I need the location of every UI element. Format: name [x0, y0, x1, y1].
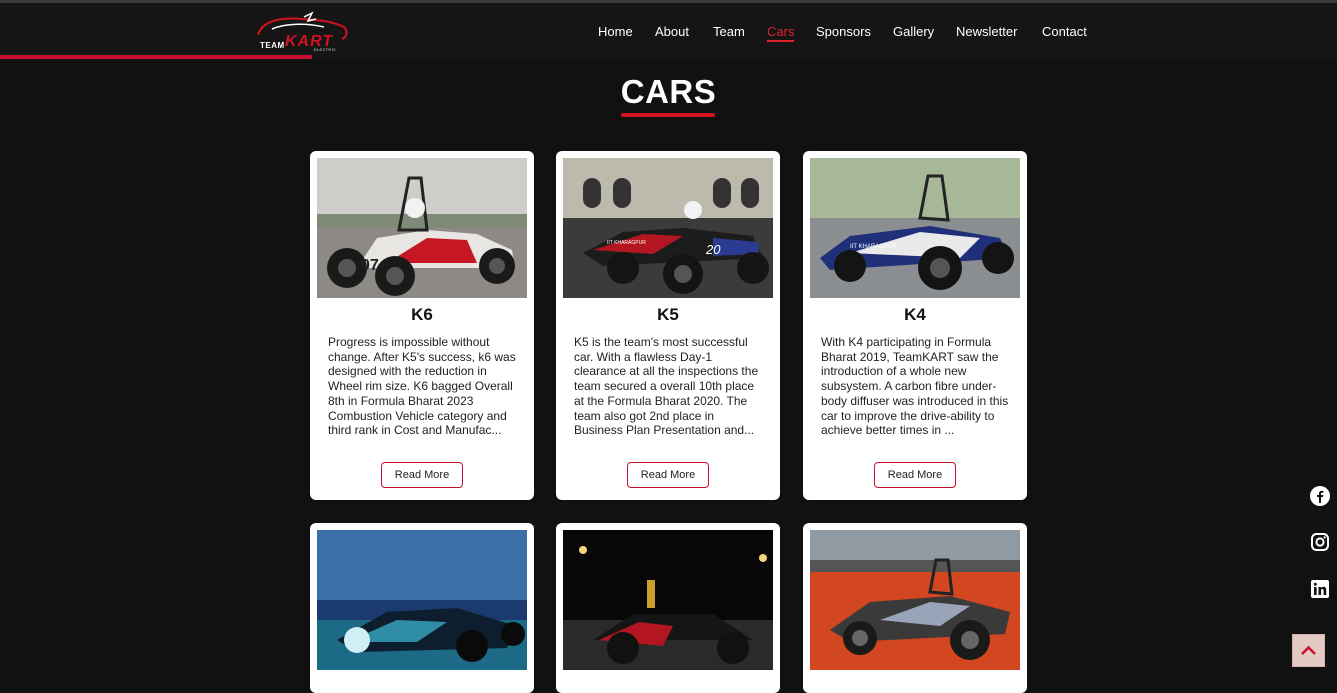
nav-sponsors[interactable]: Sponsors	[816, 24, 871, 39]
car-description-k5: K5 is the team's most successful car. Wi…	[574, 335, 759, 438]
page-title: CARS	[620, 73, 717, 110]
svg-text:IIT KHARAGPUR: IIT KHARAGPUR	[607, 240, 646, 246]
car-card-k5: 20 IIT KHARAGPUR K5 K5 is the team's mos…	[556, 151, 780, 500]
k1-photo	[810, 530, 1020, 670]
car-image-k2	[563, 530, 773, 670]
nav-gallery[interactable]: Gallery	[893, 24, 934, 39]
car-card-k4: IIT KHARAGPUR K4 With K4 participating i…	[803, 151, 1027, 500]
linkedin-icon[interactable]	[1310, 579, 1330, 599]
car-description-k4: With K4 participating in Formula Bharat …	[821, 335, 1009, 438]
car-card-k1	[803, 523, 1027, 693]
instagram-icon[interactable]	[1310, 532, 1330, 552]
car-card-k3	[310, 523, 534, 693]
svg-text:IIT KHARAGPUR: IIT KHARAGPUR	[850, 244, 897, 250]
read-more-button-k5[interactable]: Read More	[627, 462, 709, 488]
scroll-to-top-button[interactable]	[1292, 634, 1325, 667]
k4-photo: IIT KHARAGPUR	[810, 158, 1020, 298]
k5-photo: 20 IIT KHARAGPUR	[563, 158, 773, 298]
logo-electric-text: ELECTRIC	[314, 47, 337, 52]
car-name-k4: K4	[904, 305, 926, 324]
car-image-k3	[317, 530, 527, 670]
car-image-k6: 07	[317, 158, 527, 298]
svg-text:20: 20	[705, 242, 721, 257]
navbar: TEAM KART ELECTRIC Home About Team Cars …	[0, 3, 1337, 59]
nav-home[interactable]: Home	[598, 24, 633, 39]
car-image-k1	[810, 530, 1020, 670]
k2-photo	[563, 530, 773, 670]
k3-photo	[317, 530, 527, 670]
car-description-k6: Progress is impossible without change. A…	[328, 335, 516, 438]
svg-text:07: 07	[361, 257, 379, 274]
nav-about[interactable]: About	[655, 24, 689, 39]
facebook-icon[interactable]	[1310, 486, 1330, 506]
k6-photo: 07	[317, 158, 527, 298]
nav-team[interactable]: Team	[713, 24, 745, 39]
car-image-k5: 20 IIT KHARAGPUR	[563, 158, 773, 298]
read-more-button-k6[interactable]: Read More	[381, 462, 463, 488]
read-more-button-k4[interactable]: Read More	[874, 462, 956, 488]
nav-contact[interactable]: Contact	[1042, 24, 1087, 39]
page-heading: CARS	[0, 73, 1337, 111]
chevron-up-icon	[1301, 645, 1316, 655]
heading-underline	[621, 113, 715, 117]
car-name-k5: K5	[657, 305, 679, 324]
car-card-k6: 07 K6 Progress is impossible without cha…	[310, 151, 534, 500]
car-image-k4: IIT KHARAGPUR	[810, 158, 1020, 298]
nav-newsletter[interactable]: Newsletter	[956, 24, 1017, 39]
logo-team-text: TEAM	[260, 41, 285, 50]
car-name-k6: K6	[411, 305, 433, 324]
team-kart-logo[interactable]: TEAM KART ELECTRIC	[252, 11, 352, 55]
car-card-k2	[556, 523, 780, 693]
nav-cars[interactable]: Cars	[767, 24, 795, 42]
scroll-progress-bar	[0, 55, 312, 59]
